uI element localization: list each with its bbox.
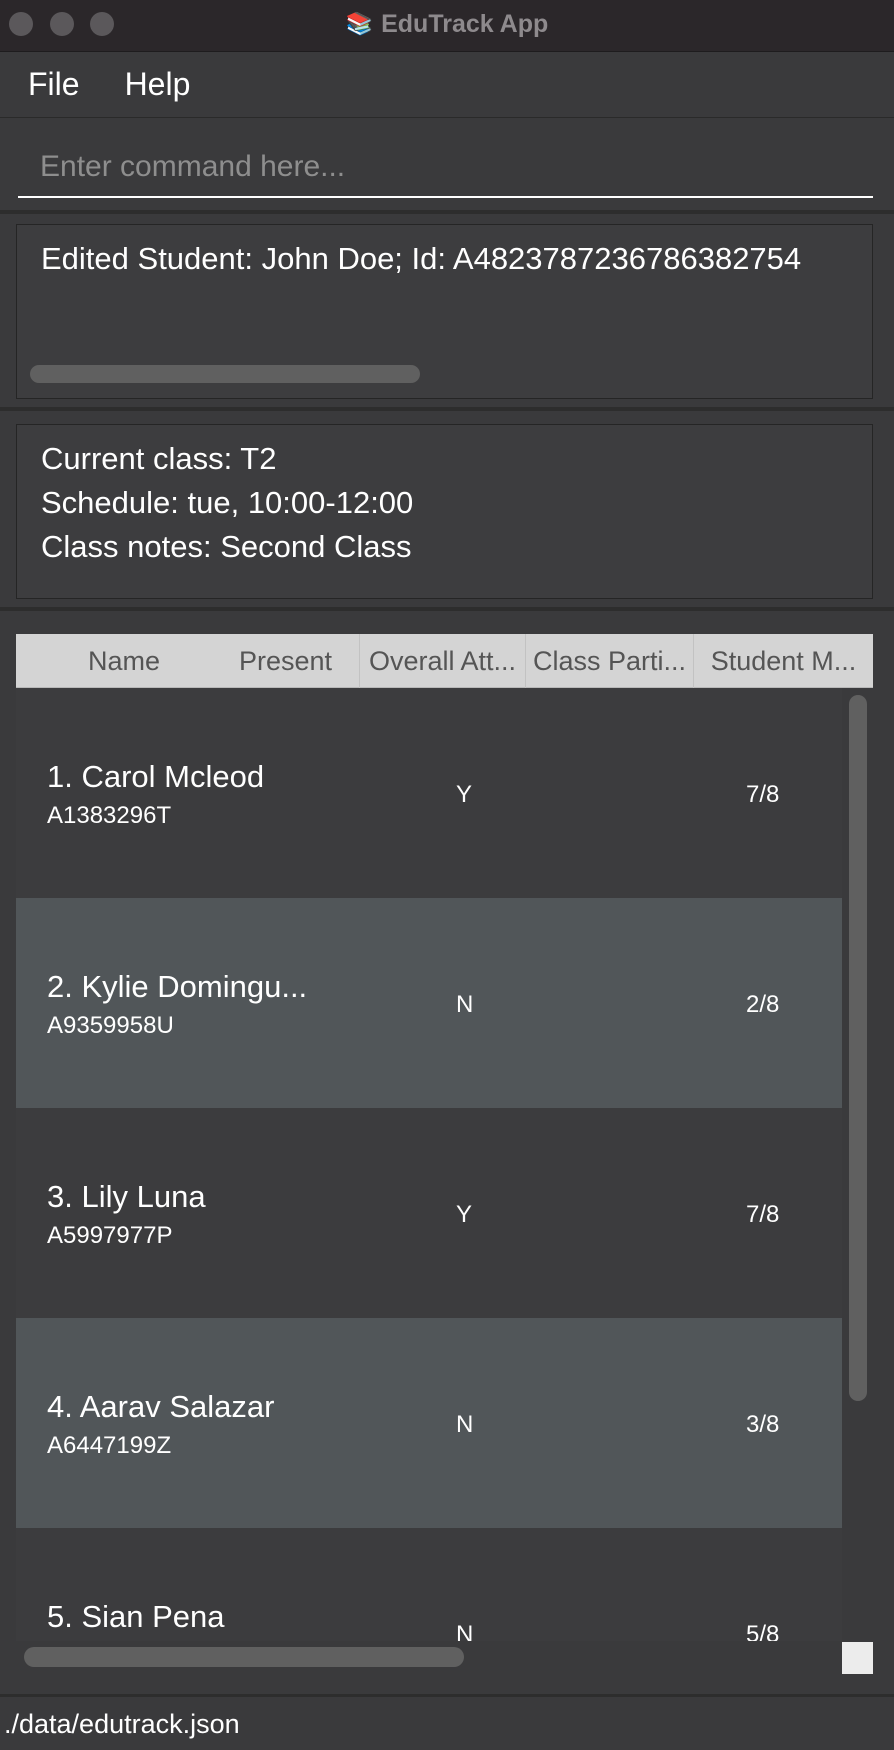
student-id: A6447199Z [47, 1432, 172, 1459]
menu-bar: File Help [0, 52, 894, 118]
table-header: Name Present Overall Att... Class Parti.… [16, 634, 873, 688]
student-present: N [456, 1411, 474, 1438]
column-header-present[interactable]: Present [212, 634, 359, 688]
command-box [0, 118, 894, 214]
window-title: EduTrack App [381, 9, 549, 38]
scrollbar-corner [842, 1642, 873, 1674]
student-rows: 1. Carol Mcleod A1383296T Y 7/8 2. Kylie… [16, 688, 842, 1674]
class-notes-label: Class notes: Second Class [41, 529, 412, 564]
student-overall-attendance: 7/8 [746, 781, 780, 808]
student-table: Name Present Overall Att... Class Parti.… [16, 634, 873, 1674]
command-input[interactable] [18, 138, 873, 198]
schedule-label: Schedule: tue, 10:00-12:00 [41, 485, 414, 520]
student-overall-attendance: 3/8 [746, 1411, 780, 1438]
student-present: N [456, 991, 474, 1018]
table-row[interactable]: 1. Carol Mcleod A1383296T Y 7/8 [16, 688, 842, 898]
student-id: A9359958U [47, 1012, 174, 1039]
column-header-overall-attendance[interactable]: Overall Att... [359, 634, 525, 688]
result-horizontal-scrollbar[interactable] [30, 365, 420, 383]
column-header-class-participation[interactable]: Class Parti... [525, 634, 693, 688]
result-display: Edited Student: John Doe; Id: A482378723… [16, 224, 873, 399]
student-id: A1383296T [47, 802, 172, 829]
student-id: A5997977P [47, 1222, 173, 1249]
student-overall-attendance: 2/8 [746, 991, 780, 1018]
column-header-name[interactable]: Name [16, 634, 212, 688]
student-table-area: Name Present Overall Att... Class Parti.… [0, 611, 894, 1694]
student-name: 1. Carol Mcleod [47, 759, 265, 794]
table-horizontal-scrollbar[interactable] [24, 1647, 464, 1667]
result-display-panel: Edited Student: John Doe; Id: A482378723… [0, 214, 894, 411]
menu-file[interactable]: File [0, 66, 80, 103]
class-info-panel: Current class: T2 Schedule: tue, 10:00-1… [0, 411, 894, 611]
window-title-bar: 📚 EduTrack App [0, 0, 894, 52]
books-icon: 📚 [345, 11, 374, 36]
student-present: Y [456, 1201, 473, 1228]
current-class-label: Current class: T2 [41, 441, 277, 476]
student-name: 4. Aarav Salazar [47, 1389, 275, 1424]
menu-help[interactable]: Help [80, 66, 191, 103]
student-present: Y [456, 781, 473, 808]
table-row[interactable]: 3. Lily Luna A5997977P Y 7/8 [16, 1108, 842, 1318]
column-header-student-marks[interactable]: Student M... [693, 634, 873, 688]
student-name: 3. Lily Luna [47, 1179, 206, 1214]
result-message: Edited Student: John Doe; Id: A482378723… [41, 241, 802, 276]
student-name: 5. Sian Pena [47, 1599, 225, 1634]
table-row[interactable]: 4. Aarav Salazar A6447199Z N 3/8 [16, 1318, 842, 1528]
table-row[interactable]: 2. Kylie Domingu... A9359958U N 2/8 [16, 898, 842, 1108]
student-overall-attendance: 7/8 [746, 1201, 780, 1228]
student-name: 2. Kylie Domingu... [47, 969, 308, 1004]
data-file-path: ./data/edutrack.json [4, 1709, 240, 1739]
status-bar: ./data/edutrack.json [0, 1694, 894, 1750]
class-info-box: Current class: T2 Schedule: tue, 10:00-1… [16, 424, 873, 599]
table-vertical-scrollbar[interactable] [849, 695, 867, 1401]
